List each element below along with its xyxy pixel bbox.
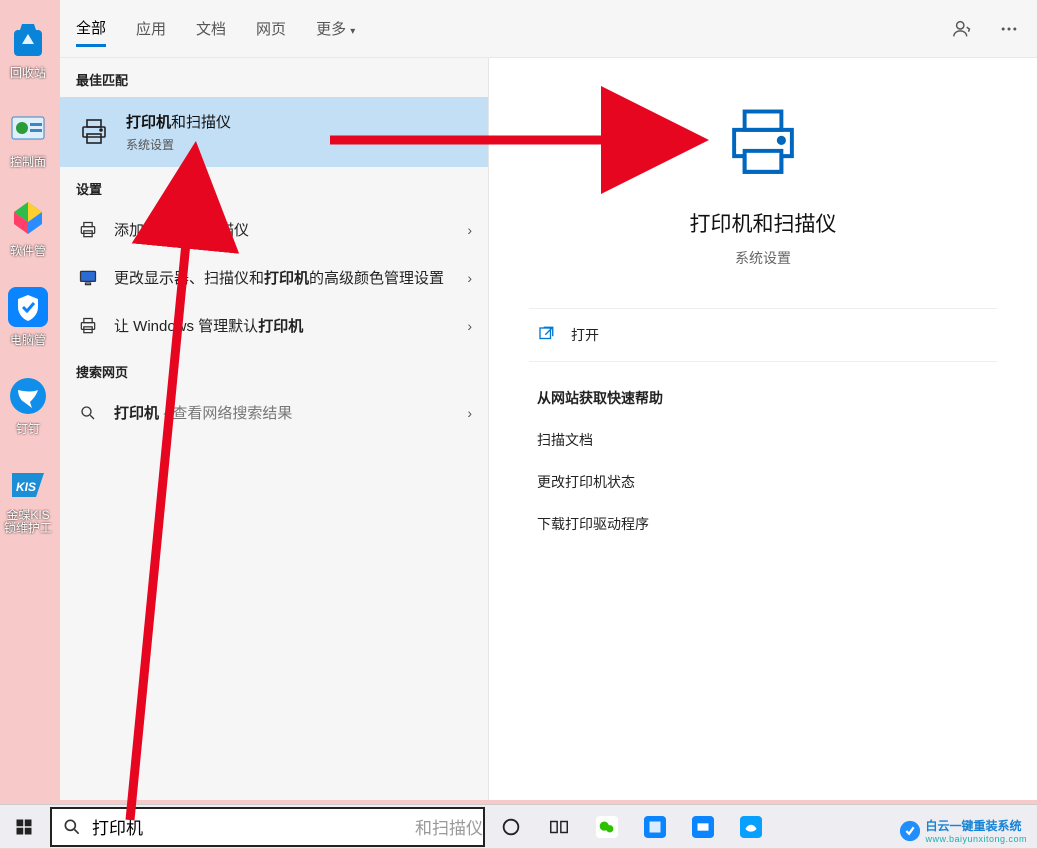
best-match-title: 打印机和扫描仪 (126, 111, 231, 132)
tab-apps[interactable]: 应用 (136, 12, 166, 45)
start-button[interactable] (0, 805, 48, 849)
more-options-icon[interactable] (997, 17, 1021, 41)
open-label: 打开 (571, 325, 599, 345)
help-link[interactable]: 扫描文档 (537, 430, 989, 450)
settings-row-color-mgmt[interactable]: 更改显示器、扫描仪和打印机的高级颜色管理设置 › (60, 254, 488, 302)
taskbar-app2[interactable] (679, 805, 727, 849)
printer-large-icon (718, 98, 808, 188)
desktop-icon-recycle[interactable]: 回收站 (0, 20, 56, 81)
help-title: 从网站获取快速帮助 (537, 388, 989, 408)
taskbar-taskview[interactable] (535, 805, 583, 849)
section-search-web: 搜索网页 (60, 350, 488, 389)
search-tabs: 全部 应用 文档 网页 更多 ▾ (60, 0, 1037, 58)
taskbar-wechat[interactable] (583, 805, 631, 849)
chevron-right-icon: › (467, 222, 472, 238)
desktop-icon-kis[interactable]: KIS 金蝶KIS 锁维护工 (0, 465, 56, 535)
tab-web[interactable]: 网页 (256, 12, 286, 45)
search-input[interactable] (92, 817, 417, 837)
web-search-label: 打印机 - 查看网络搜索结果 (114, 403, 461, 424)
desktop-icon-dingtalk[interactable]: 钉钉 (0, 376, 56, 437)
taskbar: 和扫描仪 白云一键重装系统 www.baiyunxitong.com (0, 804, 1037, 848)
chevron-right-icon: › (467, 270, 472, 286)
printer-icon (76, 314, 100, 338)
watermark: 白云一键重装系统 www.baiyunxitong.com (899, 817, 1027, 844)
settings-row-add-printer[interactable]: 添加打印机或扫描仪 › (60, 206, 488, 254)
chevron-right-icon: › (467, 318, 472, 334)
feedback-icon[interactable] (951, 17, 975, 41)
printer-icon (76, 218, 100, 242)
help-link[interactable]: 下载打印驱动程序 (537, 514, 989, 534)
preview-column: 打印机和扫描仪 系统设置 打开 从网站获取快速帮助 扫描文档 更 (488, 58, 1037, 800)
settings-row-label: 更改显示器、扫描仪和打印机的高级颜色管理设置 (114, 268, 461, 289)
desktop-icons: 回收站 控制面 软件管 电脑管 钉钉 KIS 金蝶KIS 锁维护工 (0, 0, 60, 800)
search-box[interactable]: 和扫描仪 (50, 807, 485, 847)
web-search-row[interactable]: 打印机 - 查看网络搜索结果 › (60, 389, 488, 437)
section-best-match: 最佳匹配 (60, 58, 488, 97)
tab-docs[interactable]: 文档 (196, 12, 226, 45)
tab-all[interactable]: 全部 (76, 11, 106, 47)
desktop-icon-control[interactable]: 控制面 (0, 109, 56, 170)
open-icon (537, 325, 557, 345)
tab-more[interactable]: 更多 ▾ (316, 12, 355, 45)
printer-icon (76, 114, 112, 150)
help-link[interactable]: 更改打印机状态 (537, 472, 989, 492)
preview-title: 打印机和扫描仪 (690, 208, 837, 238)
taskbar-app3[interactable] (727, 805, 775, 849)
best-match-item[interactable]: 打印机和扫描仪 系统设置 (60, 97, 488, 167)
taskbar-cortana[interactable] (487, 805, 535, 849)
chevron-right-icon: › (467, 405, 472, 421)
settings-row-label: 添加打印机或扫描仪 (114, 220, 461, 241)
desktop-icon-guard[interactable]: 电脑管 (0, 287, 56, 348)
settings-row-label: 让 Windows 管理默认打印机 (114, 316, 461, 337)
settings-row-default-printer[interactable]: 让 Windows 管理默认打印机 › (60, 302, 488, 350)
results-column: 最佳匹配 打印机和扫描仪 系统设置 设置 添加打印机或扫描仪 (60, 58, 488, 800)
search-icon (52, 817, 92, 837)
help-section: 从网站获取快速帮助 扫描文档 更改打印机状态 下载打印驱动程序 (529, 362, 997, 556)
section-settings: 设置 (60, 167, 488, 206)
search-icon (76, 401, 100, 425)
search-panel: 全部 应用 文档 网页 更多 ▾ 最佳匹配 打 (60, 0, 1037, 800)
svg-text:KIS: KIS (16, 480, 36, 494)
taskbar-app1[interactable] (631, 805, 679, 849)
preview-actions: 打开 (529, 308, 997, 362)
search-ghost-text: 和扫描仪 (415, 814, 483, 839)
desktop-icon-software[interactable]: 软件管 (0, 198, 56, 259)
best-match-sub: 系统设置 (126, 136, 231, 153)
monitor-icon (76, 266, 100, 290)
open-action[interactable]: 打开 (529, 309, 997, 361)
preview-sub: 系统设置 (735, 248, 791, 268)
